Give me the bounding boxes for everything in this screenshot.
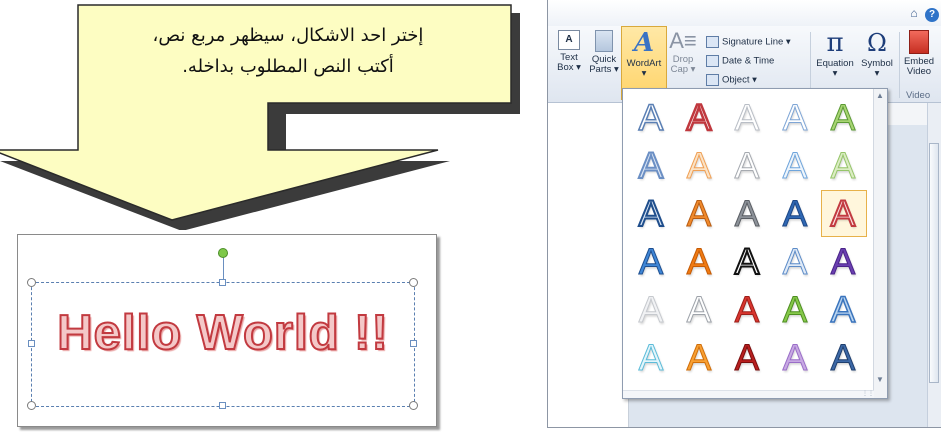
wordart-style-outline-gray[interactable]: A (724, 94, 770, 142)
wordart-style-outline-blue[interactable]: A (628, 94, 674, 142)
wordart-button[interactable]: A WordArt ▾ (622, 30, 666, 79)
wordart-style-silver-outline[interactable]: A (676, 286, 722, 334)
scroll-down-icon[interactable]: ▼ (876, 375, 884, 385)
wordart-style-green-gloss[interactable]: A (772, 286, 818, 334)
resize-handle-bottom-left[interactable] (27, 401, 36, 410)
callout-line-1: إختر احد الاشكال، سيظهر مربع نص، (152, 25, 424, 46)
wordart-style-blue-outline-bold[interactable]: A (628, 190, 674, 238)
symbol-dropdown-arrow: ▾ (874, 68, 880, 79)
wordart-style-blue-light[interactable]: A (772, 238, 818, 286)
date-time-icon (706, 55, 719, 67)
wordart-icon: A (633, 28, 655, 58)
signature-line-label: Signature Line ▾ (722, 36, 791, 48)
wordart-style-silver-soft[interactable]: A (628, 286, 674, 334)
video-icon (909, 30, 929, 54)
wordart-style-blue-solid[interactable]: A (772, 190, 818, 238)
gallery-resize-grip[interactable]: ⋮⋮ (623, 390, 874, 398)
wordart-hello-text[interactable]: Hello World !! (28, 305, 418, 361)
drop-cap-icon: A≡ (669, 28, 697, 53)
wordart-style-outline-sky[interactable]: A (772, 142, 818, 190)
wordart-style-orange-soft[interactable]: A (676, 142, 722, 190)
wordart-style-blue-gloss[interactable]: A (628, 238, 674, 286)
wordart-style-purple-shadow[interactable]: A (820, 238, 866, 286)
quick-parts-label-2: Parts ▾ (589, 64, 619, 75)
object-icon (706, 74, 719, 86)
wordart-style-blue-reflect[interactable]: A (820, 286, 866, 334)
video-group-label: Video (906, 90, 931, 101)
omega-icon: Ω (867, 29, 887, 57)
date-time-label: Date & Time (722, 55, 775, 67)
text-box-icon: A (558, 30, 580, 50)
wordart-style-bevel-blue[interactable]: A (628, 142, 674, 190)
quick-parts-button[interactable]: Quick Parts ▾ (588, 30, 620, 75)
quick-parts-icon (595, 30, 613, 52)
wordart-style-green-soft[interactable]: A (820, 142, 866, 190)
wordart-dropdown-arrow: ▾ (641, 68, 647, 79)
resize-handle-bottom-right[interactable] (409, 401, 418, 410)
callout-line-2: أكتب النص المطلوب بداخله. (182, 56, 394, 77)
object-label: Object ▾ (722, 74, 757, 86)
drop-cap-button[interactable]: A≡ Drop Cap ▾ (668, 30, 698, 75)
window-top-icons: ⌂ ? (910, 6, 939, 22)
wordart-style-outline-silver[interactable]: A (724, 142, 770, 190)
resize-handle-top[interactable] (219, 279, 226, 286)
wordart-style-outline-red[interactable]: A (676, 94, 722, 142)
resize-handle-bottom[interactable] (219, 402, 226, 409)
equation-dropdown-arrow: ▾ (832, 68, 838, 79)
date-time-button[interactable]: Date & Time (706, 55, 774, 67)
wordart-style-cyan-outline[interactable]: A (628, 334, 674, 382)
wordart-style-red-gloss[interactable]: A (724, 286, 770, 334)
embed-video-label-2: Video (906, 66, 932, 77)
object-button[interactable]: Object ▾ (706, 74, 757, 86)
document-page[interactable] (548, 103, 629, 427)
wordart-style-orange-solid[interactable]: A (676, 238, 722, 286)
wordart-style-red-dark[interactable]: A (724, 334, 770, 382)
vertical-scrollbar[interactable] (927, 103, 941, 427)
wordart-style-outline-lblue[interactable]: A (772, 94, 818, 142)
wordart-style-blue-steel[interactable]: A (820, 334, 866, 382)
wordart-style-black-outline[interactable]: A (724, 238, 770, 286)
vertical-scrollbar-thumb[interactable] (929, 143, 939, 383)
wordart-gallery: AAAAAAAAAAAAAAAAAAAAAAAAAAAAAA ▲ ▼ ⋮⋮ (622, 88, 888, 399)
callout-text: إختر احد الاشكال، سيظهر مربع نص، أكتب ال… (78, 20, 498, 82)
equation-button[interactable]: π Equation ▾ (812, 30, 858, 79)
wordart-style-red-outline-selected[interactable]: A (820, 190, 866, 238)
symbol-button[interactable]: Ω Symbol ▾ (857, 30, 897, 79)
wordart-style-gray-gloss[interactable]: A (724, 190, 770, 238)
wordart-style-orange-gloss[interactable]: A (676, 190, 722, 238)
text-box-label-2: Box ▾ (557, 62, 581, 73)
wordart-style-orange-bright[interactable]: A (676, 334, 722, 382)
example-wordart-picture: Hello World !! (17, 234, 437, 427)
gallery-scrollbar[interactable]: ▲ ▼ (873, 89, 887, 398)
minimize-ribbon-icon[interactable]: ⌂ (910, 6, 917, 20)
embed-video-button[interactable]: Embed Video (900, 30, 938, 77)
scroll-up-icon[interactable]: ▲ (876, 91, 884, 101)
signature-line-button[interactable]: Signature Line ▾ (706, 36, 791, 48)
resize-handle-top-right[interactable] (409, 278, 418, 287)
ribbon-tab-bar: ⌂ ? (548, 0, 941, 27)
pi-icon: π (826, 28, 844, 58)
drop-cap-label-2: Cap ▾ (670, 64, 696, 75)
wordart-style-purple-light[interactable]: A (772, 334, 818, 382)
signature-line-icon (706, 36, 719, 48)
rotation-handle[interactable] (218, 248, 228, 258)
text-box-button[interactable]: A Text Box ▾ (554, 30, 584, 73)
wordart-style-grad-green[interactable]: A (820, 94, 866, 142)
resize-handle-top-left[interactable] (27, 278, 36, 287)
help-icon[interactable]: ? (925, 8, 939, 22)
